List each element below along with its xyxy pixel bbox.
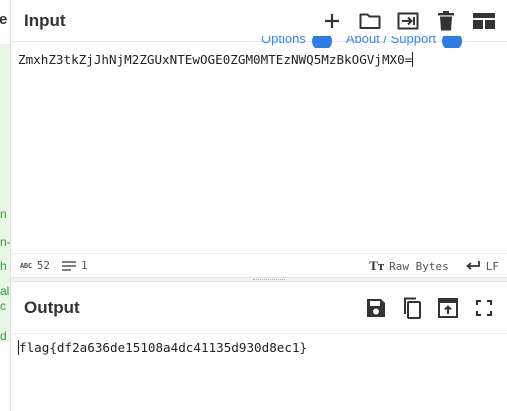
chr-enc-selector[interactable]: Tт Raw Bytes	[369, 258, 449, 274]
input-textarea[interactable]: ZmxhZ3tkZjJhNjM2ZGUxNTEwOGE0ZGM0MTEzNWQ5…	[18, 52, 414, 67]
left-pane-text-fragment: al	[0, 284, 10, 298]
output-pane: Output flag{df2a636de15108a4dc41135d930d…	[11, 282, 507, 411]
left-pane-text-fragment: h	[0, 259, 7, 273]
output-title: Output	[24, 297, 80, 317]
lines-indicator[interactable]: 1	[62, 259, 88, 272]
layout-icon[interactable]	[471, 8, 497, 34]
output-text: flag{df2a636de15108a4dc41135d930d8ec1}	[19, 340, 308, 355]
output-header: Output	[11, 282, 507, 334]
text-format-icon: Tт	[369, 258, 385, 273]
lines-value: 1	[81, 259, 88, 272]
lines-icon	[62, 260, 76, 271]
output-toolbar	[363, 282, 497, 334]
options-gear-icon[interactable]	[311, 36, 332, 48]
save-icon[interactable]	[363, 295, 389, 321]
input-pane: Input Options About / Support ZmxhZ3tkZjJ…	[11, 0, 507, 277]
output-textarea[interactable]: flag{df2a636de15108a4dc41135d930d8ec1}	[18, 340, 307, 355]
replace-input-icon[interactable]	[435, 295, 461, 321]
left-pane-text-fragment: d	[0, 329, 7, 343]
text-cursor	[412, 52, 414, 67]
trash-icon[interactable]	[433, 8, 459, 34]
fullscreen-icon[interactable]	[471, 295, 497, 321]
left-pane-header-fragment: e	[0, 12, 7, 27]
left-pane-text-fragment: c	[0, 299, 6, 313]
abc-icon: ABC	[20, 261, 32, 270]
options-about-links-overlapped: Options About / Support	[261, 36, 476, 48]
return-icon	[465, 261, 480, 270]
add-icon[interactable]	[319, 8, 345, 34]
length-indicator[interactable]: ABC 52	[20, 259, 50, 272]
input-text: ZmxhZ3tkZjJhNjM2ZGUxNTEwOGE0ZGM0MTEzNWQ5…	[18, 52, 413, 67]
load-icon[interactable]	[395, 8, 421, 34]
eol-value: LF	[485, 259, 499, 273]
folder-icon[interactable]	[357, 8, 383, 34]
eol-selector[interactable]: LF	[465, 260, 499, 273]
options-link[interactable]: Options	[261, 36, 306, 45]
about-support-link[interactable]: About / Support	[346, 36, 436, 45]
copy-icon[interactable]	[399, 295, 425, 321]
left-pane-edge: e n n- h al c d	[0, 0, 11, 411]
chr-enc-value: Raw Bytes	[389, 259, 449, 273]
length-value: 52	[36, 259, 50, 272]
help-icon[interactable]	[442, 36, 463, 48]
left-pane-text-fragment: n	[0, 207, 7, 221]
input-status-bar: ABC 52 1 Tт Raw Bytes LF	[11, 253, 507, 277]
left-pane-text-fragment: n-	[0, 235, 11, 249]
grip-dots	[253, 279, 285, 280]
input-title: Input	[24, 10, 66, 30]
